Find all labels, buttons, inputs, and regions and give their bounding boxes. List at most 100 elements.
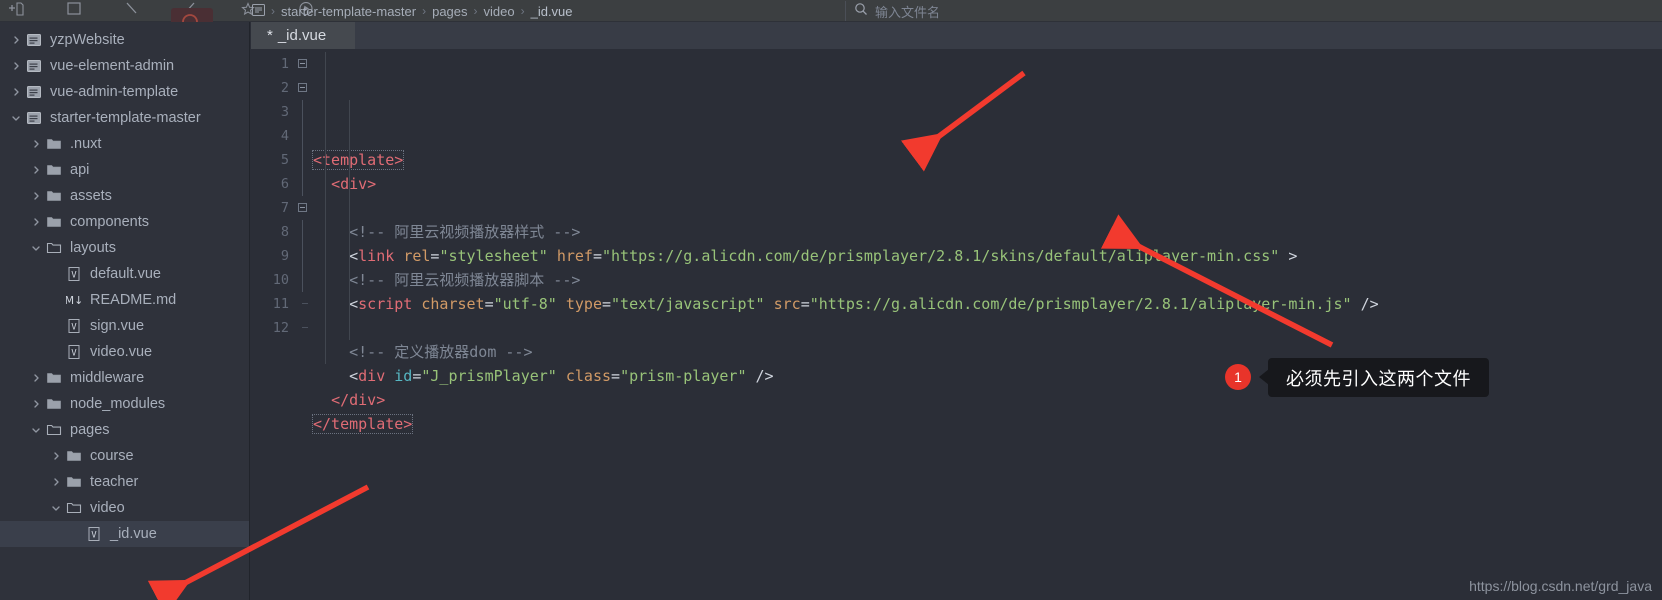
tree-item-components[interactable]: components: [0, 209, 249, 235]
module-icon: [24, 105, 44, 131]
tree-item-label: starter-template-master: [50, 110, 201, 126]
code-token: =: [592, 247, 602, 265]
fold-collapse-icon[interactable]: [298, 203, 307, 212]
code-area[interactable]: 1 2 3 4 5 6 7 8 9 10 11 12 <template> <div> <!-- 阿里…: [251, 49, 1662, 600]
code-token: script: [358, 295, 413, 313]
tree-item-starter-template-master[interactable]: starter-template-master: [0, 105, 249, 131]
fold-marker[interactable]: [295, 76, 313, 100]
tree-item-course[interactable]: course: [0, 443, 249, 469]
code-line[interactable]: [313, 196, 1662, 220]
code-line[interactable]: <template>: [311, 148, 1662, 172]
chevron-right-icon[interactable]: [28, 183, 44, 209]
breadcrumb-item-3[interactable]: _id.vue: [531, 4, 573, 19]
code-token: <!-- 阿里云视频播放器样式 -->: [349, 223, 581, 241]
code-token: "J_prismPlayer": [421, 367, 557, 385]
code-token: type: [565, 295, 602, 313]
tab-title: _id.vue: [277, 27, 327, 44]
indent-guide-2: [349, 100, 350, 340]
chevron-right-icon[interactable]: [8, 27, 24, 53]
code-token: <!-- 定义播放器dom -->: [349, 343, 533, 361]
tree-item-teacher[interactable]: teacher: [0, 469, 249, 495]
code-line[interactable]: [313, 316, 1662, 340]
chevron-right-icon[interactable]: [28, 157, 44, 183]
tree-item-default-vue[interactable]: Vdefault.vue: [0, 261, 249, 287]
module-icon: [24, 27, 44, 53]
line-number: 8: [280, 224, 289, 240]
line-number: 10: [272, 272, 289, 288]
folder-open-icon: [44, 417, 64, 443]
tree-item-api[interactable]: api: [0, 157, 249, 183]
folder-icon: [44, 157, 64, 183]
tree-item-pages[interactable]: pages: [0, 417, 249, 443]
module-icon: [24, 79, 44, 105]
editor-tab-id-vue[interactable]: * _id.vue: [251, 22, 355, 49]
stop-square-icon[interactable]: [66, 1, 82, 21]
breadcrumb-item-1[interactable]: pages: [432, 4, 467, 19]
callout-tooltip: 必须先引入这两个文件: [1259, 358, 1489, 397]
tree-item-label: vue-element-admin: [50, 58, 175, 74]
fold-region-line: [302, 100, 303, 124]
chevron-right-icon[interactable]: [28, 209, 44, 235]
fold-gutter[interactable]: [295, 49, 313, 600]
chevron-down-icon[interactable]: [48, 495, 64, 521]
code-line[interactable]: <link rel="stylesheet" href="https://g.a…: [313, 244, 1662, 268]
line-number: 11: [272, 296, 289, 312]
code-lines[interactable]: <template> <div> <!-- 阿里云视频播放器样式 --> <li…: [311, 49, 1662, 600]
chevron-right-icon[interactable]: [28, 365, 44, 391]
chevron-down-icon[interactable]: [28, 417, 44, 443]
breadcrumb-separator-3: ›: [520, 4, 525, 18]
fold-collapse-icon[interactable]: [298, 59, 307, 68]
chevron-right-icon[interactable]: [48, 469, 64, 495]
fold-collapse-icon[interactable]: [298, 83, 307, 92]
chevron-right-icon[interactable]: [8, 53, 24, 79]
tree-item-vue-element-admin[interactable]: vue-element-admin: [0, 53, 249, 79]
tree-item-readme-md[interactable]: M↓ README.md: [0, 287, 249, 313]
tree-item-node-modules[interactable]: node_modules: [0, 391, 249, 417]
fold-marker: [295, 316, 313, 340]
tree-item-label: course: [90, 448, 134, 464]
tree-item-middleware[interactable]: middleware: [0, 365, 249, 391]
code-line[interactable]: <!-- 阿里云视频播放器脚本 -->: [313, 268, 1662, 292]
chevron-right-icon[interactable]: [28, 391, 44, 417]
code-token: href: [556, 247, 593, 265]
folder-icon: [44, 391, 64, 417]
code-line[interactable]: <!-- 阿里云视频播放器样式 -->: [313, 220, 1662, 244]
chevron-right-icon[interactable]: [28, 131, 44, 157]
step-into-icon[interactable]: [124, 2, 140, 21]
ide-window: › starter-template-master › pages › vide…: [0, 0, 1662, 600]
tree-item-id-vue[interactable]: V _id.vue: [0, 521, 249, 547]
file-search-field[interactable]: 输入文件名: [845, 1, 948, 21]
chevron-down-icon[interactable]: [28, 235, 44, 261]
chevron-right-icon[interactable]: [48, 443, 64, 469]
chevron-down-icon[interactable]: [8, 105, 24, 131]
breadcrumb-separator-0: ›: [271, 4, 275, 18]
fold-marker[interactable]: [295, 196, 313, 220]
tree-item-nuxt[interactable]: .nuxt: [0, 131, 249, 157]
tree-item-yzpwebsite[interactable]: yzpWebsite: [0, 27, 249, 53]
tree-item-assets[interactable]: assets: [0, 183, 249, 209]
code-line[interactable]: </template>: [311, 412, 1662, 436]
new-file-icon[interactable]: [8, 1, 24, 21]
fold-region-line: [302, 244, 303, 268]
svg-text:V: V: [71, 323, 77, 333]
fold-marker[interactable]: [295, 52, 313, 76]
fold-marker: [295, 292, 313, 316]
tree-item-video[interactable]: video: [0, 495, 249, 521]
code-token: </template>: [311, 414, 414, 434]
code-token: "https://g.alicdn.com/de/prismplayer/2.8…: [602, 247, 1280, 265]
tree-item-layouts[interactable]: layouts: [0, 235, 249, 261]
project-tree-panel[interactable]: yzpWebsite vue-element-admin vue-admin-tem…: [0, 22, 250, 600]
code-line[interactable]: <div>: [313, 172, 1662, 196]
breadcrumb-item-0[interactable]: starter-template-master: [281, 4, 416, 19]
tree-item-video-vue[interactable]: Vvideo.vue: [0, 339, 249, 365]
tree-item-sign-vue[interactable]: Vsign.vue: [0, 313, 249, 339]
tree-item-label: api: [70, 162, 90, 178]
breadcrumb-item-2[interactable]: video: [484, 4, 515, 19]
line-number-gutter: 1 2 3 4 5 6 7 8 9 10 11 12: [251, 49, 295, 600]
code-line[interactable]: <script charset="utf-8" type="text/javas…: [313, 292, 1662, 316]
chevron-right-icon[interactable]: [8, 79, 24, 105]
tree-item-vue-admin-template[interactable]: vue-admin-template: [0, 79, 249, 105]
